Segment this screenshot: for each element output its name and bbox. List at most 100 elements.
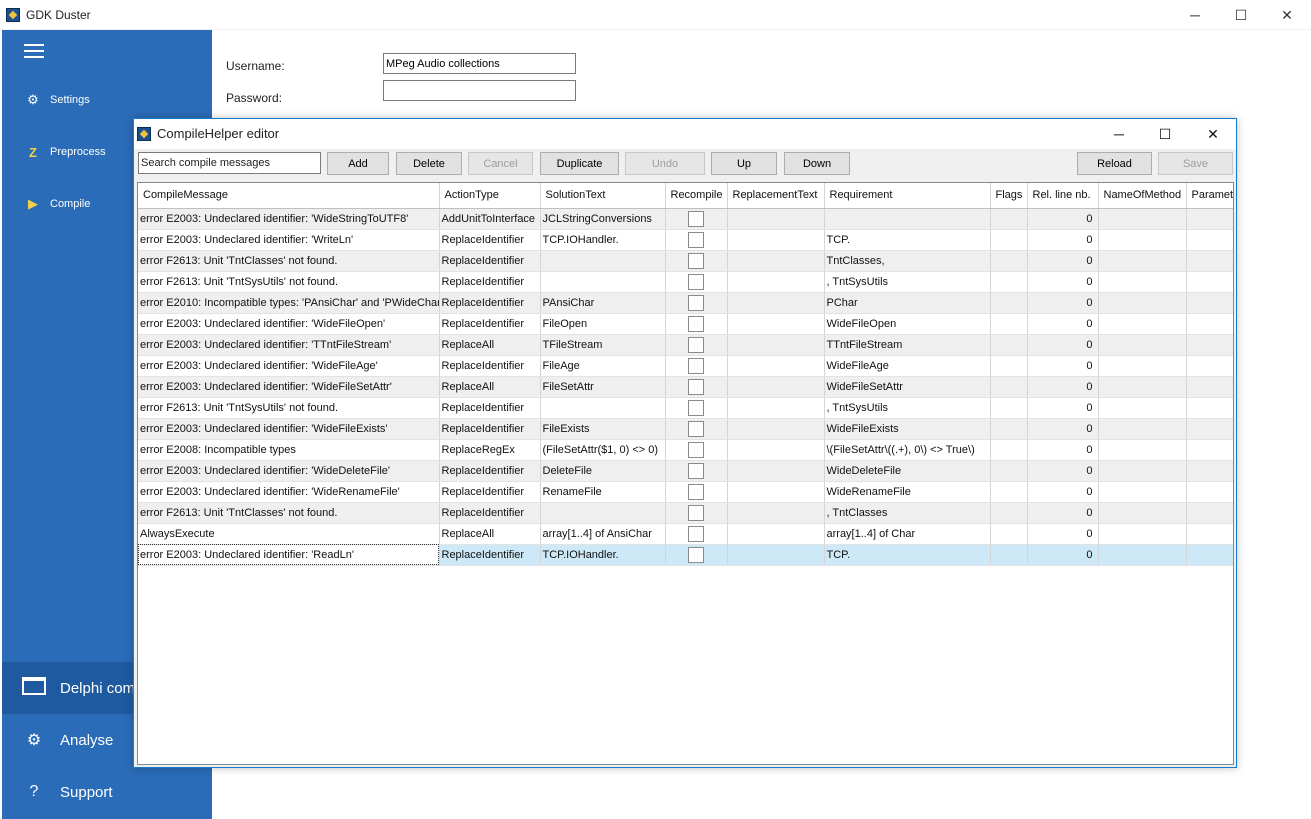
- table-cell[interactable]: [1098, 481, 1187, 503]
- recompile-checkbox[interactable]: [688, 504, 704, 521]
- recompile-cell[interactable]: [665, 418, 728, 440]
- table-cell[interactable]: , TntClasses: [824, 502, 991, 524]
- recompile-cell[interactable]: [665, 292, 728, 314]
- table-cell[interactable]: [1186, 229, 1233, 251]
- recompile-checkbox[interactable]: [688, 273, 704, 290]
- table-cell[interactable]: TCP.: [824, 229, 991, 251]
- recompile-checkbox[interactable]: [688, 252, 704, 269]
- table-cell[interactable]: [990, 292, 1028, 314]
- table-cell[interactable]: [990, 439, 1028, 461]
- table-cell[interactable]: 0: [1027, 397, 1099, 419]
- table-cell[interactable]: ReplaceIdentifier: [439, 418, 541, 440]
- table-cell[interactable]: [1098, 250, 1187, 272]
- recompile-checkbox[interactable]: [688, 399, 704, 416]
- maximize-button[interactable]: ☐: [1218, 0, 1264, 30]
- table-cell[interactable]: [1186, 397, 1233, 419]
- table-cell[interactable]: error F2613: Unit 'TntClasses' not found…: [138, 250, 440, 272]
- table-cell[interactable]: , TntSysUtils: [824, 271, 991, 293]
- table-cell[interactable]: [1098, 271, 1187, 293]
- recompile-checkbox[interactable]: [688, 315, 704, 332]
- table-row[interactable]: error E2003: Undeclared identifier: 'Wid…: [138, 376, 1233, 398]
- table-cell[interactable]: error E2003: Undeclared identifier: 'Wid…: [138, 313, 440, 335]
- recompile-checkbox[interactable]: [688, 294, 704, 311]
- table-cell[interactable]: TntClasses,: [824, 250, 991, 272]
- recompile-cell[interactable]: [665, 439, 728, 461]
- table-cell[interactable]: PAnsiChar: [540, 292, 666, 314]
- table-cell[interactable]: 0: [1027, 502, 1099, 524]
- table-cell[interactable]: AlwaysExecute: [138, 523, 440, 545]
- duplicate-button[interactable]: Duplicate: [540, 152, 619, 175]
- table-cell[interactable]: [727, 334, 825, 356]
- table-cell[interactable]: [1098, 460, 1187, 482]
- table-cell[interactable]: error E2003: Undeclared identifier: 'Wri…: [138, 229, 440, 251]
- down-button[interactable]: Down: [784, 152, 850, 175]
- table-cell[interactable]: [1098, 439, 1187, 461]
- recompile-cell[interactable]: [665, 229, 728, 251]
- column-header[interactable]: Paramete: [1186, 183, 1233, 209]
- password-input[interactable]: [383, 80, 576, 101]
- table-cell[interactable]: error F2613: Unit 'TntClasses' not found…: [138, 502, 440, 524]
- table-cell[interactable]: ReplaceIdentifier: [439, 481, 541, 503]
- table-cell[interactable]: [990, 208, 1028, 230]
- table-cell[interactable]: ReplaceIdentifier: [439, 544, 541, 566]
- username-input[interactable]: [383, 53, 576, 74]
- table-cell[interactable]: ReplaceIdentifier: [439, 229, 541, 251]
- table-cell[interactable]: 0: [1027, 229, 1099, 251]
- table-cell[interactable]: [1098, 376, 1187, 398]
- table-cell[interactable]: WideFileSetAttr: [824, 376, 991, 398]
- table-cell[interactable]: [1098, 397, 1187, 419]
- table-row[interactable]: error E2010: Incompatible types: 'PAnsiC…: [138, 292, 1233, 314]
- table-cell[interactable]: WideRenameFile: [824, 481, 991, 503]
- table-cell[interactable]: 0: [1027, 250, 1099, 272]
- table-cell[interactable]: ReplaceAll: [439, 334, 541, 356]
- table-cell[interactable]: [990, 334, 1028, 356]
- table-cell[interactable]: ReplaceIdentifier: [439, 502, 541, 524]
- table-cell[interactable]: [1098, 313, 1187, 335]
- table-cell[interactable]: [727, 271, 825, 293]
- table-cell[interactable]: [727, 208, 825, 230]
- table-cell[interactable]: [727, 460, 825, 482]
- table-cell[interactable]: [1186, 313, 1233, 335]
- table-cell[interactable]: ReplaceIdentifier: [439, 355, 541, 377]
- table-cell[interactable]: FileExists: [540, 418, 666, 440]
- recompile-cell[interactable]: [665, 208, 728, 230]
- table-row[interactable]: error E2003: Undeclared identifier: 'Wid…: [138, 418, 1233, 440]
- table-cell[interactable]: 0: [1027, 418, 1099, 440]
- table-cell[interactable]: [1186, 418, 1233, 440]
- column-header[interactable]: Recompile: [665, 183, 728, 209]
- recompile-cell[interactable]: [665, 460, 728, 482]
- recompile-checkbox[interactable]: [688, 336, 704, 353]
- column-header[interactable]: Requirement: [824, 183, 991, 209]
- table-row[interactable]: error E2003: Undeclared identifier: 'TTn…: [138, 334, 1233, 356]
- table-cell[interactable]: 0: [1027, 292, 1099, 314]
- table-cell[interactable]: TCP.IOHandler.: [540, 229, 666, 251]
- table-row[interactable]: error E2003: Undeclared identifier: 'Wri…: [138, 229, 1233, 251]
- table-cell[interactable]: [1186, 250, 1233, 272]
- table-cell[interactable]: array[1..4] of Char: [824, 523, 991, 545]
- table-cell[interactable]: WideFileAge: [824, 355, 991, 377]
- table-cell[interactable]: ReplaceAll: [439, 523, 541, 545]
- table-cell[interactable]: array[1..4] of AnsiChar: [540, 523, 666, 545]
- table-cell[interactable]: [1098, 292, 1187, 314]
- hamburger-menu-icon[interactable]: [24, 44, 44, 58]
- table-row[interactable]: error E2003: Undeclared identifier: 'Wid…: [138, 313, 1233, 335]
- table-cell[interactable]: 0: [1027, 460, 1099, 482]
- table-cell[interactable]: AddUnitToInterface: [439, 208, 541, 230]
- table-cell[interactable]: ReplaceIdentifier: [439, 250, 541, 272]
- column-header[interactable]: ReplacementText: [727, 183, 825, 209]
- table-cell[interactable]: [1186, 439, 1233, 461]
- recompile-checkbox[interactable]: [688, 210, 704, 227]
- recompile-cell[interactable]: [665, 376, 728, 398]
- table-cell[interactable]: error F2613: Unit 'TntSysUtils' not foun…: [138, 397, 440, 419]
- table-cell[interactable]: [540, 271, 666, 293]
- table-cell[interactable]: [990, 544, 1028, 566]
- table-cell[interactable]: WideFileExists: [824, 418, 991, 440]
- recompile-cell[interactable]: [665, 355, 728, 377]
- table-cell[interactable]: 0: [1027, 355, 1099, 377]
- table-cell[interactable]: [1186, 355, 1233, 377]
- sidebar-item-support[interactable]: ? Support: [2, 766, 212, 818]
- column-header[interactable]: SolutionText: [540, 183, 666, 209]
- table-cell[interactable]: [727, 544, 825, 566]
- table-cell[interactable]: ReplaceIdentifier: [439, 397, 541, 419]
- table-cell[interactable]: [990, 460, 1028, 482]
